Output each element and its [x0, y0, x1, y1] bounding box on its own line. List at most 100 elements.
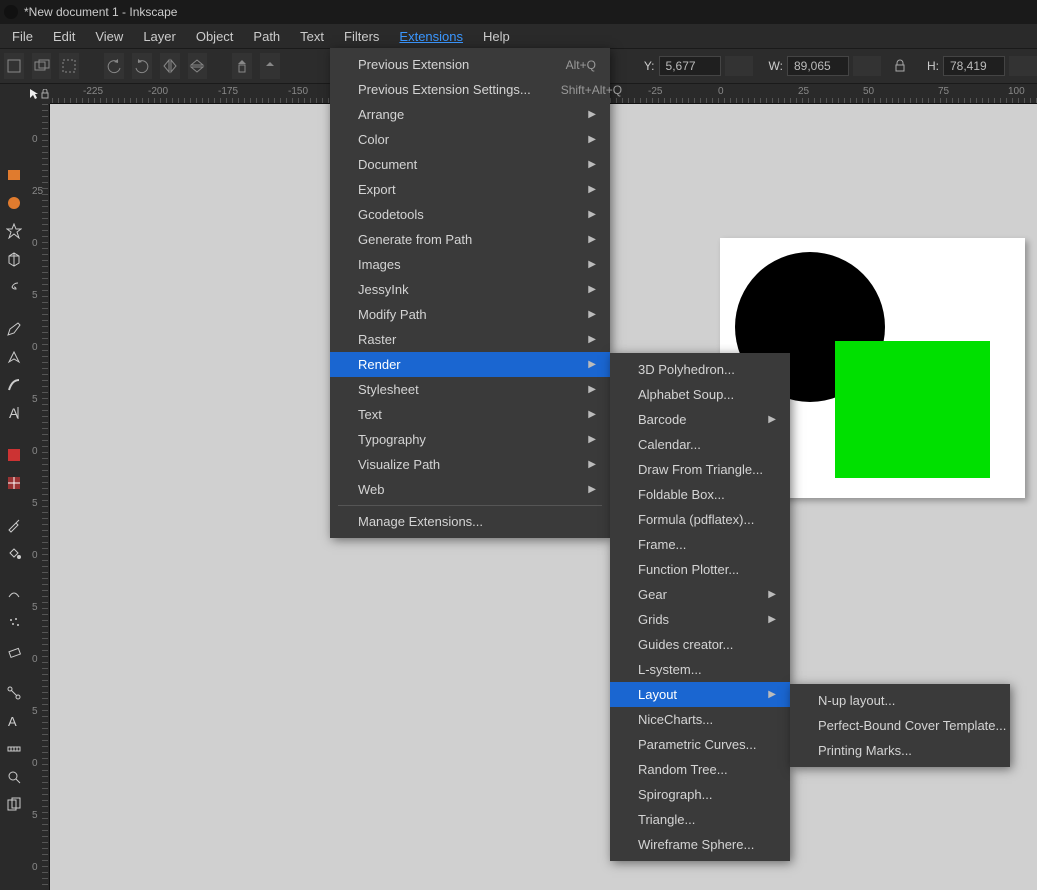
render-item-calendar[interactable]: Calendar...: [610, 432, 790, 457]
title-bar: *New document 1 - Inkscape: [0, 0, 1037, 24]
ext-item-document[interactable]: Document▶: [330, 152, 610, 177]
tool-rectangle-icon[interactable]: [3, 164, 25, 186]
render-item-l-system[interactable]: L-system...: [610, 657, 790, 682]
menu-help[interactable]: Help: [473, 26, 520, 47]
rotate-cw-icon[interactable]: [132, 53, 152, 79]
render-item-triangle[interactable]: Triangle...: [610, 807, 790, 832]
render-item-draw-from-triangle[interactable]: Draw From Triangle...: [610, 457, 790, 482]
ruler-v-tick: 5: [32, 498, 38, 509]
tool-star-icon[interactable]: [3, 220, 25, 242]
layout-item-n-up-layout[interactable]: N-up layout...: [790, 688, 1010, 713]
tool-text-icon[interactable]: A: [3, 402, 25, 424]
flip-v-icon[interactable]: [188, 53, 208, 79]
raise-icon[interactable]: [260, 53, 280, 79]
ext-item-text[interactable]: Text▶: [330, 402, 610, 427]
layout-item-printing-marks[interactable]: Printing Marks...: [790, 738, 1010, 763]
tool-zoom-icon[interactable]: [3, 766, 25, 788]
ext-item-stylesheet[interactable]: Stylesheet▶: [330, 377, 610, 402]
menu-edit[interactable]: Edit: [43, 26, 85, 47]
render-item-random-tree[interactable]: Random Tree...: [610, 757, 790, 782]
ext-item-raster[interactable]: Raster▶: [330, 327, 610, 352]
menu-layer[interactable]: Layer: [133, 26, 186, 47]
menu-path[interactable]: Path: [243, 26, 290, 47]
render-item-guides-creator[interactable]: Guides creator...: [610, 632, 790, 657]
render-item-gear[interactable]: Gear▶: [610, 582, 790, 607]
select-all-icon[interactable]: [4, 53, 24, 79]
h-spinner[interactable]: [1009, 56, 1037, 76]
deselect-icon[interactable]: [59, 53, 79, 79]
render-item-barcode[interactable]: Barcode▶: [610, 407, 790, 432]
ruler-h-tick: 75: [938, 86, 949, 97]
tool-pencil-icon[interactable]: [3, 318, 25, 340]
ruler-v-tick: 5: [32, 810, 38, 821]
h-input[interactable]: [943, 56, 1005, 76]
select-layers-icon[interactable]: [32, 53, 52, 79]
tool-eraser-icon[interactable]: [3, 640, 25, 662]
tool-pages-icon[interactable]: [3, 794, 25, 816]
ext-item-visualize-path[interactable]: Visualize Path▶: [330, 452, 610, 477]
menu-item-label: N-up layout...: [818, 693, 895, 708]
ruler-h-tick: 50: [863, 86, 874, 97]
render-item-foldable-box[interactable]: Foldable Box...: [610, 482, 790, 507]
submenu-arrow-icon: ▶: [588, 384, 596, 395]
menu-object[interactable]: Object: [186, 26, 244, 47]
w-input[interactable]: [787, 56, 849, 76]
tool-3dbox-icon[interactable]: [3, 248, 25, 270]
layout-item-perfect-bound-cover-template[interactable]: Perfect-Bound Cover Template...: [790, 713, 1010, 738]
ext-item-gcodetools[interactable]: Gcodetools▶: [330, 202, 610, 227]
ext-item-color[interactable]: Color▶: [330, 127, 610, 152]
tool-dropper-icon[interactable]: [3, 514, 25, 536]
ext-item-typography[interactable]: Typography▶: [330, 427, 610, 452]
ext-item-web[interactable]: Web▶: [330, 477, 610, 502]
tool-mesh-icon[interactable]: [3, 472, 25, 494]
ext-item-jessyink[interactable]: JessyInk▶: [330, 277, 610, 302]
tool-paintbucket-icon[interactable]: [3, 542, 25, 564]
menu-file[interactable]: File: [2, 26, 43, 47]
tool-calligraphy-icon[interactable]: [3, 374, 25, 396]
ext-item-modify-path[interactable]: Modify Path▶: [330, 302, 610, 327]
render-item-layout[interactable]: Layout▶: [610, 682, 790, 707]
menu-view[interactable]: View: [85, 26, 133, 47]
render-item-parametric-curves[interactable]: Parametric Curves...: [610, 732, 790, 757]
tool-measure-icon[interactable]: [3, 738, 25, 760]
ruler-lock-icon[interactable]: [39, 84, 50, 104]
menu-extensions[interactable]: Extensions: [389, 26, 473, 47]
ext-item-images[interactable]: Images▶: [330, 252, 610, 277]
tool-gradient-icon[interactable]: [3, 444, 25, 466]
ext-item-export[interactable]: Export▶: [330, 177, 610, 202]
tool-pen-icon[interactable]: [3, 346, 25, 368]
menu-filters[interactable]: Filters: [334, 26, 389, 47]
render-item-function-plotter[interactable]: Function Plotter...: [610, 557, 790, 582]
tool-tweak-icon[interactable]: [3, 584, 25, 606]
green-rectangle-shape[interactable]: [835, 341, 990, 478]
ext-item-previous-extension-settings[interactable]: Previous Extension Settings...Shift+Alt+…: [330, 77, 610, 102]
render-item-formula-pdflatex[interactable]: Formula (pdflatex)...: [610, 507, 790, 532]
rotate-ccw-icon[interactable]: [104, 53, 124, 79]
render-item-grids[interactable]: Grids▶: [610, 607, 790, 632]
lock-icon[interactable]: [889, 59, 911, 73]
y-input[interactable]: [659, 56, 721, 76]
ext-item-generate-from-path[interactable]: Generate from Path▶: [330, 227, 610, 252]
menu-text[interactable]: Text: [290, 26, 334, 47]
ext-item-arrange[interactable]: Arrange▶: [330, 102, 610, 127]
render-item-3d-polyhedron[interactable]: 3D Polyhedron...: [610, 357, 790, 382]
tool-connector-icon[interactable]: [3, 682, 25, 704]
ext-item-manage-extensions[interactable]: Manage Extensions...: [330, 509, 610, 534]
render-item-wireframe-sphere[interactable]: Wireframe Sphere...: [610, 832, 790, 857]
tool-spiral-icon[interactable]: [3, 276, 25, 298]
flip-h-icon[interactable]: [160, 53, 180, 79]
raise-top-icon[interactable]: [232, 53, 252, 79]
render-item-frame[interactable]: Frame...: [610, 532, 790, 557]
render-item-alphabet-soup[interactable]: Alphabet Soup...: [610, 382, 790, 407]
tool-circle-icon[interactable]: [3, 192, 25, 214]
ext-item-render[interactable]: Render▶: [330, 352, 610, 377]
tool-spray-icon[interactable]: [3, 612, 25, 634]
ruler-v-tick: 5: [32, 706, 38, 717]
render-item-nicecharts[interactable]: NiceCharts...: [610, 707, 790, 732]
y-spinner[interactable]: [725, 56, 753, 76]
tool-lpe-icon[interactable]: A: [3, 710, 25, 732]
render-item-spirograph[interactable]: Spirograph...: [610, 782, 790, 807]
w-spinner[interactable]: [853, 56, 881, 76]
ext-item-previous-extension[interactable]: Previous ExtensionAlt+Q: [330, 52, 610, 77]
selector-cursor-icon[interactable]: [28, 84, 39, 104]
